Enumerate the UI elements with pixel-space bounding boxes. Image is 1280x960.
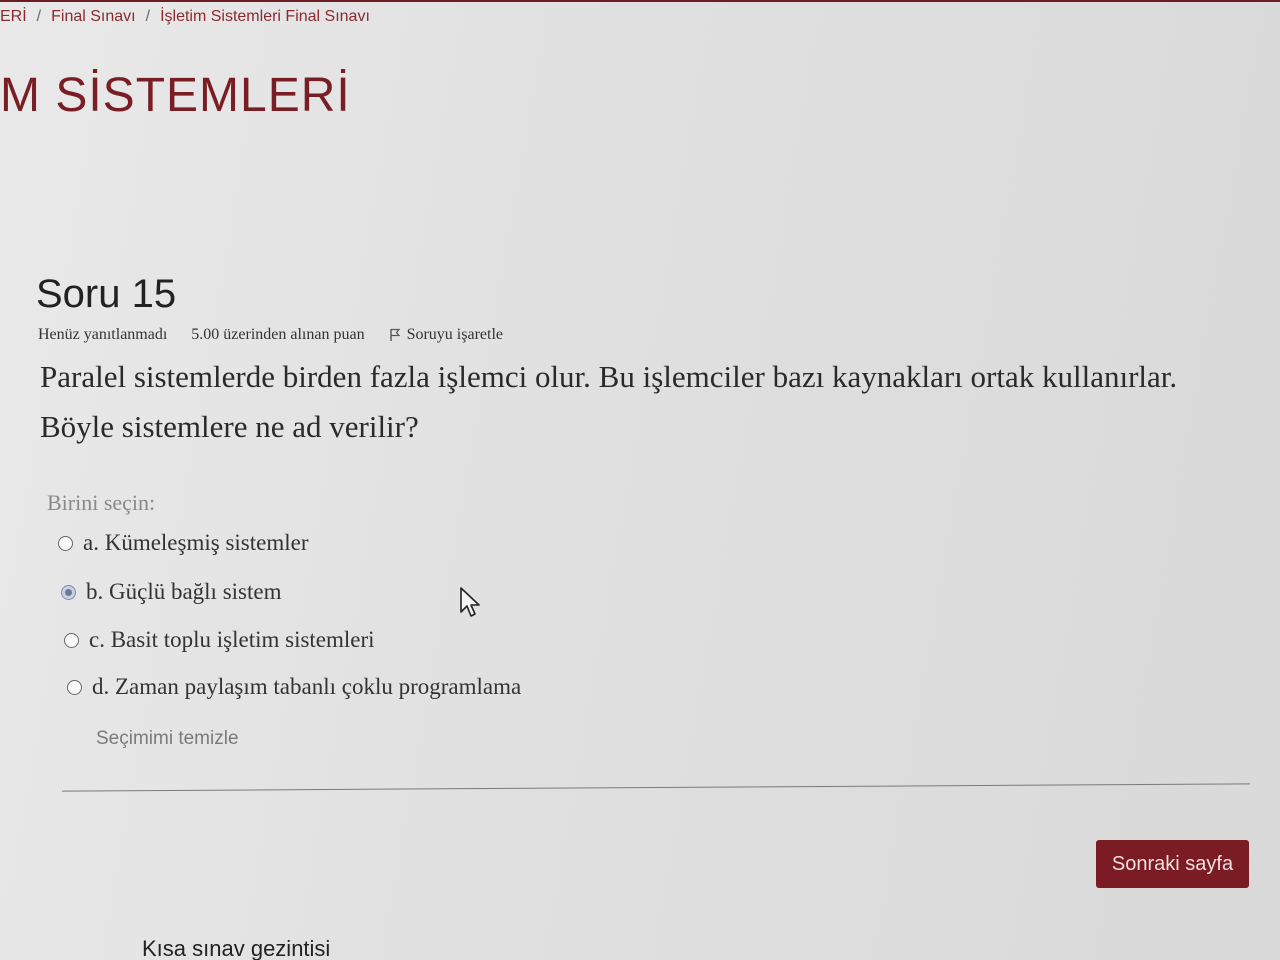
question-status: Henüz yanıtlanmadı	[38, 326, 168, 343]
question-points: 5.00 üzerinden alınan puan	[191, 326, 365, 343]
answer-label-a: a. Kümeleşmiş sistemler	[83, 530, 309, 555]
answer-option-a[interactable]: a. Kümeleşmiş sistemler	[58, 530, 309, 556]
breadcrumb-item-course[interactable]: ERİ	[0, 8, 27, 25]
flag-icon	[389, 328, 400, 341]
breadcrumb-item-exam[interactable]: İşletim Sistemleri Final Sınavı	[160, 8, 370, 25]
radio-button-b[interactable]	[61, 584, 76, 600]
answer-label-b: b. Güçlü bağlı sistem	[86, 579, 282, 604]
question-title: Soru 15	[36, 272, 177, 316]
mouse-pointer-icon	[460, 587, 480, 617]
radio-button-c[interactable]	[64, 632, 79, 648]
answer-option-d[interactable]: d. Zaman paylaşım tabanlı çoklu programl…	[67, 674, 521, 700]
breadcrumb-separator: /	[145, 8, 151, 25]
breadcrumb-separator: /	[36, 8, 42, 25]
breadcrumb: ERİ / Final Sınavı / İşletim Sistemleri Fina…	[0, 8, 370, 26]
question-text-line-1: Paralel sistemlerde birden fazla işlemci…	[40, 359, 1178, 394]
answer-label-c: c. Basit toplu işletim sistemleri	[89, 627, 375, 652]
top-accent-bar	[0, 0, 1280, 2]
flag-question-button[interactable]: Soruyu işaretle	[389, 326, 503, 344]
quiz-navigation-heading: Kısa sınav gezintisi	[142, 936, 331, 960]
flag-question-label: Soruyu işaretle	[406, 326, 503, 343]
answer-label-d: d. Zaman paylaşım tabanlı çoklu programl…	[92, 674, 522, 699]
question-info: Henüz yanıtlanmadı 5.00 üzerinden alınan…	[38, 326, 503, 344]
breadcrumb-item-final[interactable]: Final Sınavı	[51, 8, 135, 25]
course-title: M SİSTEMLERİ	[0, 69, 351, 122]
question-text: Paralel sistemlerde birden fazla işlemci…	[40, 352, 1260, 452]
answer-prompt: Birini seçin:	[47, 490, 156, 515]
radio-button-a[interactable]	[58, 535, 73, 551]
answer-option-b[interactable]: b. Güçlü bağlı sistem	[61, 579, 281, 605]
next-page-button[interactable]: Sonraki sayfa	[1096, 840, 1249, 888]
clear-selection-link[interactable]: Seçimimi temizle	[96, 728, 239, 750]
radio-button-d[interactable]	[67, 679, 82, 695]
question-text-line-2: Böyle sistemlere ne ad verilir?	[40, 409, 419, 444]
divider	[62, 783, 1250, 792]
answer-option-c[interactable]: c. Basit toplu işletim sistemleri	[64, 627, 375, 653]
